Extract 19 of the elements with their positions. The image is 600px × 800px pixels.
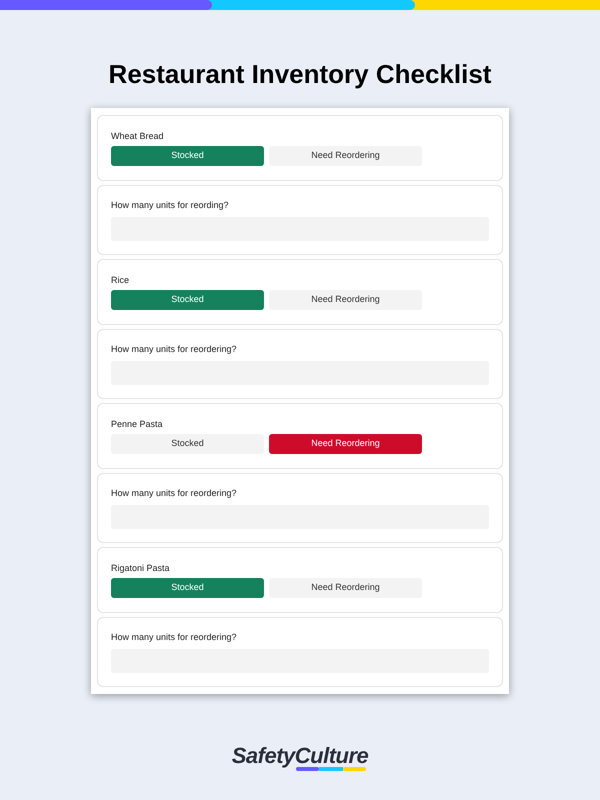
question-label: How many units for reordering? [111,488,238,499]
logo-underline-drawing [296,767,366,771]
status-option[interactable]: Need Reordering [269,578,422,598]
item-label: Penne Pasta [111,419,164,430]
page-title: Restaurant Inventory Checklist [108,58,492,90]
question-label: How many units for reording? [111,200,230,211]
question-label: How many units for reordering? [111,344,238,355]
item-label: Wheat Bread [111,131,165,142]
status-option[interactable]: Need Reordering [269,290,422,310]
item-label: Rice [111,275,130,286]
status-option[interactable]: Stocked [111,434,264,454]
status-option[interactable]: Stocked [111,146,264,166]
status-option[interactable]: Need Reordering [269,434,422,454]
status-option[interactable]: Stocked [111,290,264,310]
status-option[interactable]: Need Reordering [269,146,422,166]
status-option[interactable]: Stocked [111,578,264,598]
brand-logo: SafetyCulture [232,744,368,768]
item-label: Rigatoni Pasta [111,563,171,574]
question-label: How many units for reordering? [111,632,238,643]
